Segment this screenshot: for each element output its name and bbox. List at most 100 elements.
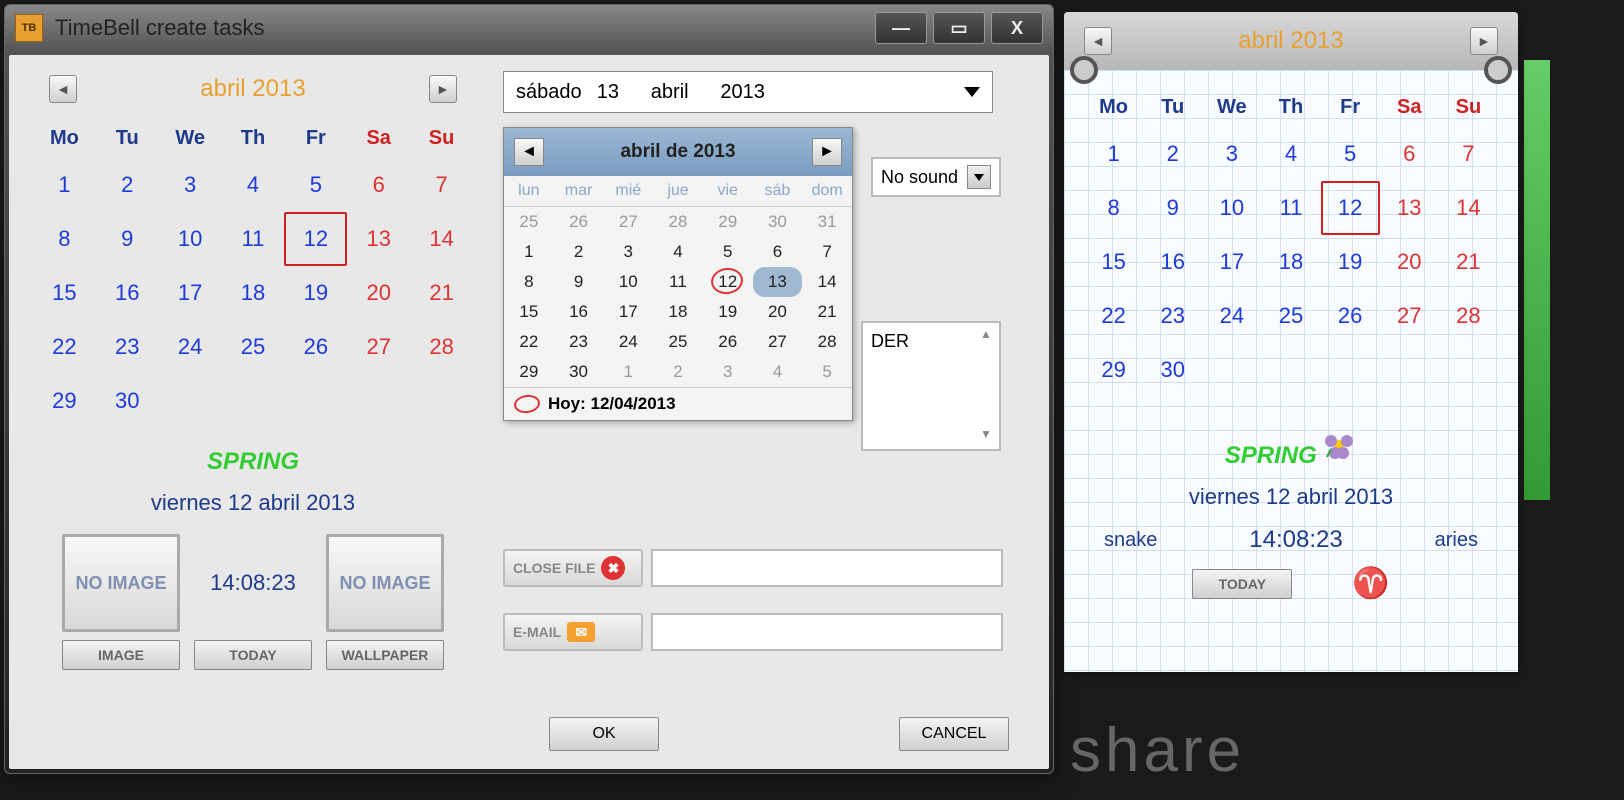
popup-day[interactable]: 15 bbox=[504, 297, 554, 327]
popup-prev-button[interactable]: ◄ bbox=[514, 138, 544, 166]
calendar-day[interactable]: 30 bbox=[96, 374, 159, 428]
calendar-day[interactable]: 24 bbox=[159, 320, 222, 374]
today-button[interactable]: TODAY bbox=[194, 640, 312, 670]
calendar-day[interactable]: 6 bbox=[347, 158, 410, 212]
close-file-button[interactable]: CLOSE FILE ✖ bbox=[503, 549, 643, 587]
calendar-day[interactable]: 17 bbox=[159, 266, 222, 320]
popup-day[interactable]: 1 bbox=[504, 237, 554, 267]
calendar-day[interactable]: 9 bbox=[1143, 181, 1202, 235]
image-slot-right[interactable]: NO IMAGE bbox=[326, 534, 444, 632]
calendar-day[interactable]: 28 bbox=[1439, 289, 1498, 343]
calendar-day[interactable]: 20 bbox=[347, 266, 410, 320]
titlebar[interactable]: TB TimeBell create tasks — ▭ X bbox=[5, 5, 1053, 51]
calendar-day[interactable]: 25 bbox=[1261, 289, 1320, 343]
calendar-day[interactable]: 1 bbox=[1084, 127, 1143, 181]
calendar-day[interactable]: 22 bbox=[33, 320, 96, 374]
calendar-day[interactable]: 20 bbox=[1380, 235, 1439, 289]
popup-day[interactable]: 31 bbox=[802, 207, 852, 237]
date-dropdown[interactable]: sábado 13 abril 2013 bbox=[503, 71, 993, 113]
popup-day[interactable]: 12 bbox=[703, 267, 753, 297]
calendar-day[interactable]: 4 bbox=[222, 158, 285, 212]
popup-day[interactable]: 17 bbox=[603, 297, 653, 327]
text-list-box[interactable]: DER ▲ ▼ bbox=[861, 321, 1001, 451]
widget-next-button[interactable]: ► bbox=[1470, 27, 1498, 55]
calendar-day[interactable]: 18 bbox=[1261, 235, 1320, 289]
popup-day[interactable]: 30 bbox=[554, 357, 604, 387]
calendar-day[interactable]: 7 bbox=[1439, 127, 1498, 181]
calendar-day[interactable]: 25 bbox=[222, 320, 285, 374]
popup-day[interactable]: 11 bbox=[653, 267, 703, 297]
calendar-day[interactable]: 19 bbox=[284, 266, 347, 320]
popup-day[interactable]: 13 bbox=[753, 267, 803, 297]
popup-day[interactable]: 2 bbox=[653, 357, 703, 387]
minimize-button[interactable]: — bbox=[875, 12, 927, 44]
popup-day[interactable]: 9 bbox=[554, 267, 604, 297]
calendar-day[interactable]: 11 bbox=[1261, 181, 1320, 235]
calendar-day[interactable]: 12 bbox=[1321, 181, 1380, 235]
cancel-button[interactable]: CANCEL bbox=[899, 717, 1009, 751]
popup-day[interactable]: 26 bbox=[554, 207, 604, 237]
calendar-day[interactable]: 15 bbox=[33, 266, 96, 320]
popup-day[interactable]: 1 bbox=[603, 357, 653, 387]
calendar-day[interactable]: 8 bbox=[1084, 181, 1143, 235]
close-file-input[interactable] bbox=[651, 549, 1003, 587]
email-button[interactable]: E-MAIL ✉ bbox=[503, 613, 643, 651]
popup-day[interactable]: 27 bbox=[603, 207, 653, 237]
calendar-day[interactable]: 23 bbox=[96, 320, 159, 374]
popup-day[interactable]: 5 bbox=[703, 237, 753, 267]
calendar-day[interactable]: 16 bbox=[96, 266, 159, 320]
popup-day[interactable]: 14 bbox=[802, 267, 852, 297]
popup-day[interactable]: 3 bbox=[703, 357, 753, 387]
calendar-day[interactable]: 21 bbox=[410, 266, 473, 320]
calendar-day[interactable]: 14 bbox=[410, 212, 473, 266]
popup-day[interactable]: 25 bbox=[504, 207, 554, 237]
popup-day[interactable]: 20 bbox=[753, 297, 803, 327]
calendar-day[interactable]: 18 bbox=[222, 266, 285, 320]
calendar-day[interactable]: 1 bbox=[33, 158, 96, 212]
popup-day[interactable]: 28 bbox=[802, 327, 852, 357]
calendar-day[interactable]: 2 bbox=[96, 158, 159, 212]
scroll-down-icon[interactable]: ▼ bbox=[977, 427, 995, 445]
scroll-up-icon[interactable]: ▲ bbox=[977, 327, 995, 345]
popup-day[interactable]: 4 bbox=[753, 357, 803, 387]
calendar-day[interactable]: 11 bbox=[222, 212, 285, 266]
popup-day[interactable]: 24 bbox=[603, 327, 653, 357]
popup-day[interactable]: 30 bbox=[753, 207, 803, 237]
popup-day[interactable]: 10 bbox=[603, 267, 653, 297]
calendar-day[interactable]: 14 bbox=[1439, 181, 1498, 235]
calendar-day[interactable]: 2 bbox=[1143, 127, 1202, 181]
popup-day[interactable]: 25 bbox=[653, 327, 703, 357]
popup-next-button[interactable]: ► bbox=[812, 138, 842, 166]
popup-day[interactable]: 5 bbox=[802, 357, 852, 387]
email-input[interactable] bbox=[651, 613, 1003, 651]
ok-button[interactable]: OK bbox=[549, 717, 659, 751]
close-button[interactable]: X bbox=[991, 12, 1043, 44]
calendar-day[interactable]: 27 bbox=[1380, 289, 1439, 343]
popup-day[interactable]: 19 bbox=[703, 297, 753, 327]
popup-day[interactable]: 29 bbox=[504, 357, 554, 387]
popup-day[interactable]: 18 bbox=[653, 297, 703, 327]
popup-day[interactable]: 22 bbox=[504, 327, 554, 357]
calendar-day[interactable]: 15 bbox=[1084, 235, 1143, 289]
popup-day[interactable]: 4 bbox=[653, 237, 703, 267]
calendar-day[interactable]: 16 bbox=[1143, 235, 1202, 289]
calendar-day[interactable]: 29 bbox=[1084, 343, 1143, 397]
popup-day[interactable]: 8 bbox=[504, 267, 554, 297]
calendar-day[interactable]: 3 bbox=[1202, 127, 1261, 181]
popup-day[interactable]: 6 bbox=[753, 237, 803, 267]
calendar-day[interactable]: 13 bbox=[1380, 181, 1439, 235]
next-month-button[interactable]: ► bbox=[429, 75, 457, 103]
calendar-day[interactable]: 10 bbox=[1202, 181, 1261, 235]
calendar-day[interactable]: 28 bbox=[410, 320, 473, 374]
maximize-button[interactable]: ▭ bbox=[933, 12, 985, 44]
calendar-day[interactable]: 3 bbox=[159, 158, 222, 212]
calendar-day[interactable]: 27 bbox=[347, 320, 410, 374]
popup-today-link[interactable]: Hoy: 12/04/2013 bbox=[504, 387, 852, 420]
calendar-day[interactable]: 24 bbox=[1202, 289, 1261, 343]
calendar-day[interactable]: 4 bbox=[1261, 127, 1320, 181]
popup-day[interactable]: 26 bbox=[703, 327, 753, 357]
calendar-day[interactable]: 26 bbox=[1321, 289, 1380, 343]
popup-day[interactable]: 2 bbox=[554, 237, 604, 267]
popup-day[interactable]: 28 bbox=[653, 207, 703, 237]
calendar-day[interactable]: 21 bbox=[1439, 235, 1498, 289]
